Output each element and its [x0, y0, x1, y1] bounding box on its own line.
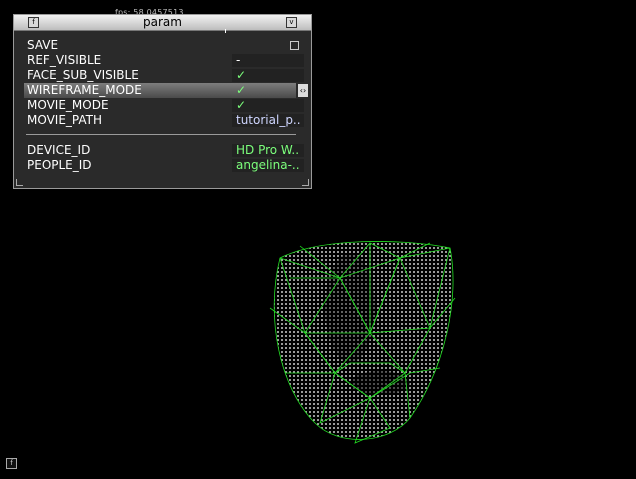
- param-row-people-id[interactable]: PEOPLE_ID angelina-..: [24, 158, 304, 173]
- face-wireframe-mesh: [269, 241, 456, 444]
- param-value[interactable]: ✓: [232, 84, 304, 97]
- param-value[interactable]: ✓: [232, 99, 304, 112]
- param-row-save[interactable]: SAVE: [24, 38, 299, 53]
- param-value[interactable]: HD Pro W..: [232, 144, 304, 157]
- param-value[interactable]: angelina-..: [232, 159, 304, 172]
- param-value[interactable]: -: [232, 54, 304, 67]
- param-row-device-id[interactable]: DEVICE_ID HD Pro W..: [24, 143, 304, 158]
- param-label: WIREFRAME_MODE: [27, 83, 142, 97]
- panel-titlebar[interactable]: f param v: [14, 15, 311, 31]
- param-label: MOVIE_PATH: [27, 113, 103, 127]
- param-label: MOVIE_MODE: [27, 98, 109, 112]
- param-label: SAVE: [27, 38, 59, 52]
- param-value[interactable]: tutorial_p..: [232, 114, 304, 127]
- resize-corner-right[interactable]: [302, 179, 309, 186]
- panel-title: param: [143, 15, 182, 29]
- status-icon[interactable]: f: [6, 458, 17, 469]
- param-label: PEOPLE_ID: [27, 158, 92, 172]
- save-checkbox[interactable]: [290, 41, 299, 50]
- resize-corner-left[interactable]: [16, 179, 23, 186]
- param-value[interactable]: ✓: [232, 69, 304, 82]
- param-panel[interactable]: f param v SAVE REF_VISIBLE - FACE_SUB_VI…: [13, 14, 312, 189]
- param-label: FACE_SUB_VISIBLE: [27, 68, 139, 82]
- param-row-face-sub-visible[interactable]: FACE_SUB_VISIBLE ✓: [24, 68, 304, 83]
- param-row-wireframe-mode[interactable]: WIREFRAME_MODE ✓ ‹›: [24, 83, 308, 98]
- param-label: DEVICE_ID: [27, 143, 91, 157]
- resize-mark: [225, 29, 226, 33]
- param-row-movie-mode[interactable]: MOVIE_MODE ✓: [24, 98, 304, 113]
- separator: [26, 134, 296, 135]
- value-arrows-icon[interactable]: ‹›: [298, 84, 308, 97]
- param-row-movie-path[interactable]: MOVIE_PATH tutorial_p..: [24, 113, 304, 128]
- collapse-icon[interactable]: v: [286, 17, 297, 28]
- param-label: REF_VISIBLE: [27, 53, 102, 67]
- param-row-ref-visible[interactable]: REF_VISIBLE -: [24, 53, 304, 68]
